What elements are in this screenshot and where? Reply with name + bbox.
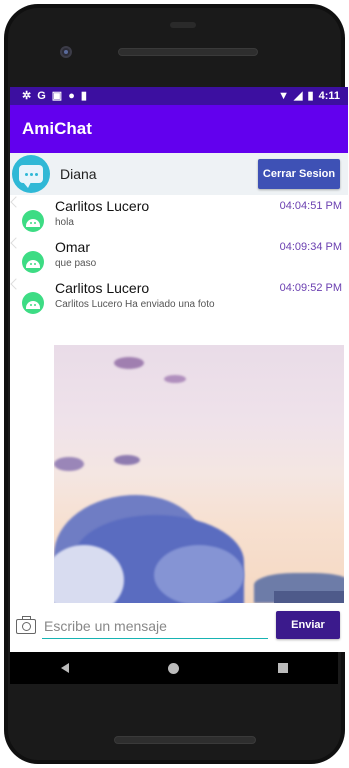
logout-button[interactable]: Cerrar Sesion: [258, 159, 340, 189]
gallery-icon: ▣: [51, 89, 63, 102]
nav-back-button[interactable]: [40, 652, 90, 684]
list-item[interactable]: Carlitos Lucero 04:09:52 PM Carlitos Luc…: [10, 277, 348, 318]
message-time: 04:09:34 PM: [279, 241, 342, 253]
message-text: que paso: [55, 258, 97, 269]
message-list[interactable]: Carlitos Lucero 04:04:51 PM hola Omar 04…: [10, 195, 348, 605]
android-avatar-icon: [22, 210, 44, 232]
list-item[interactable]: Omar 04:09:34 PM que paso: [10, 236, 348, 277]
message-sender: Omar: [55, 239, 90, 255]
shared-photo[interactable]: [54, 345, 344, 603]
message-sender: Carlitos Lucero: [55, 198, 150, 214]
status-bar: ✲ G ▣ ● ▮ ▼ ◢ ▮ 4:11: [10, 87, 348, 105]
earpiece-speaker: [118, 48, 258, 56]
signal-icon: ◢: [294, 89, 303, 102]
status-time: 4:11: [318, 90, 340, 102]
photo-cloud: [154, 545, 244, 603]
app-title: AmiChat: [22, 119, 92, 138]
navigation-bar: [10, 652, 338, 684]
photo-skyline: [274, 591, 344, 603]
back-icon: [60, 663, 69, 673]
camera-icon[interactable]: [16, 616, 36, 634]
google-icon: G: [37, 89, 46, 102]
photo-cloud: [164, 375, 186, 383]
message-text: Carlitos Lucero Ha enviado una foto: [55, 299, 215, 310]
sd-card-icon: ▮: [80, 89, 87, 102]
message-time: 04:09:52 PM: [279, 282, 342, 294]
nav-home-button[interactable]: [149, 652, 199, 684]
bubble-corner: [10, 237, 22, 249]
user-bar: Diana Cerrar Sesion: [10, 153, 348, 195]
status-icons-left: ✲ G ▣ ● ▮: [22, 89, 87, 102]
screen: ✲ G ▣ ● ▮ ▼ ◢ ▮ 4:11 AmiChat Diana Cerra…: [10, 87, 348, 652]
wifi-icon: ▼: [278, 89, 290, 102]
bubble-corner: [10, 278, 22, 290]
android-avatar-icon: [22, 251, 44, 273]
recents-icon: [278, 663, 289, 673]
home-icon: [168, 662, 180, 674]
current-user-name: Diana: [60, 166, 97, 182]
dot-icon: ●: [68, 89, 75, 102]
message-input[interactable]: [42, 613, 268, 639]
photo-cloud: [54, 457, 84, 471]
message-sender: Carlitos Lucero: [55, 280, 150, 296]
photo-cloud: [114, 455, 140, 465]
bubble-corner: [10, 196, 22, 208]
nav-recents-button[interactable]: [258, 652, 308, 684]
list-item[interactable]: Carlitos Lucero 04:04:51 PM hola: [10, 195, 348, 236]
message-text: hola: [55, 217, 74, 228]
photo-cloud: [114, 357, 144, 369]
app-bar: AmiChat: [10, 105, 348, 153]
message-composer: Enviar: [10, 605, 348, 645]
status-icons-right: ▼ ◢ ▮ 4:11: [278, 90, 340, 102]
top-slot: [170, 22, 196, 28]
send-button[interactable]: Enviar: [276, 611, 340, 639]
front-camera: [60, 46, 72, 58]
bottom-speaker: [114, 736, 256, 744]
battery-icon: ▮: [307, 89, 314, 102]
gear-icon: ✲: [22, 89, 32, 102]
message-time: 04:04:51 PM: [279, 200, 342, 212]
android-avatar-icon: [22, 292, 44, 314]
chat-logo-icon: [12, 155, 50, 193]
